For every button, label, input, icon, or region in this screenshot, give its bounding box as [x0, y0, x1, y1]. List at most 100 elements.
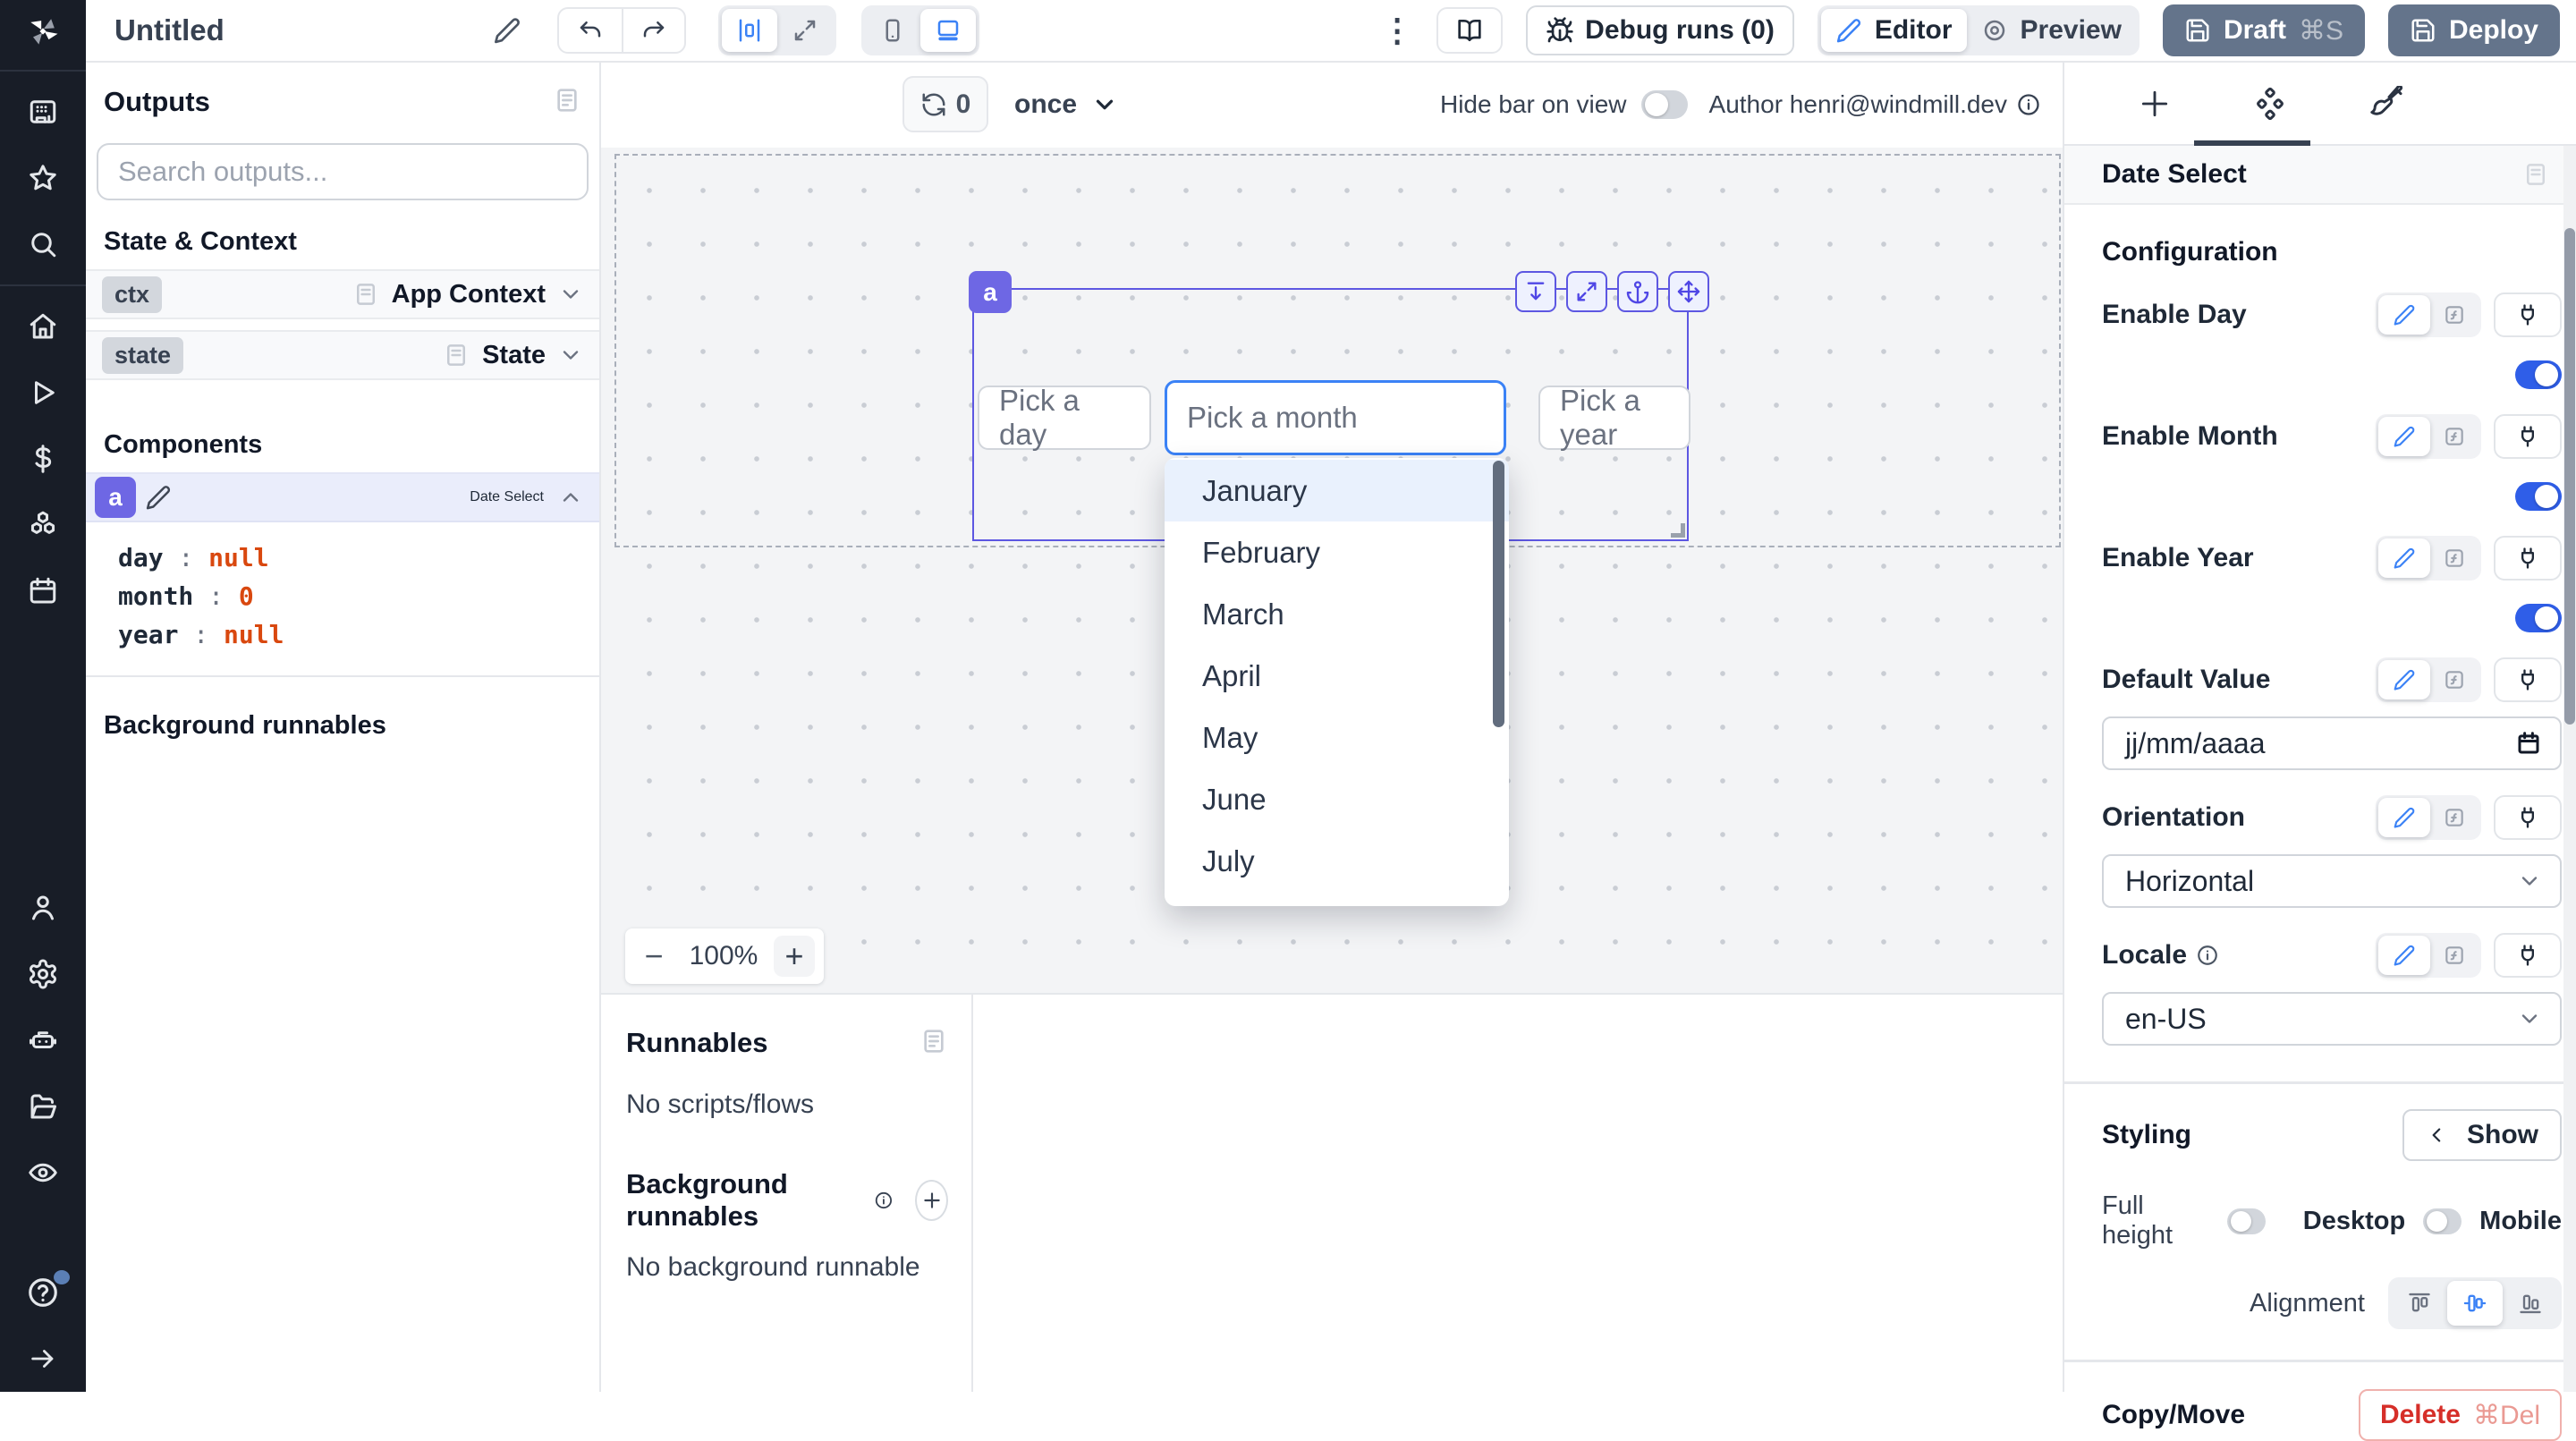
align-center-button[interactable]	[2447, 1281, 2503, 1326]
debug-runs-button[interactable]: Debug runs (0)	[1526, 5, 1794, 55]
component-settings-tab[interactable]	[2252, 86, 2288, 122]
draft-button[interactable]: Draft ⌘S	[2163, 4, 2365, 56]
settings-scrollbar-thumb[interactable]	[2564, 228, 2575, 725]
locale-select[interactable]: en-US	[2102, 992, 2562, 1046]
month-select-field[interactable]: Pick a month	[1165, 380, 1506, 455]
fx-editor-icon[interactable]	[2430, 798, 2479, 837]
orientation-select[interactable]: Horizontal	[2102, 854, 2562, 908]
zoom-in-button[interactable]: +	[774, 936, 815, 977]
month-option[interactable]: January	[1165, 460, 1509, 521]
connect-plug-icon[interactable]	[2494, 795, 2562, 840]
desktop-view-button[interactable]	[920, 9, 976, 52]
static-editor-pencil-icon[interactable]	[2378, 798, 2430, 837]
editor-tab[interactable]: Editor	[1821, 9, 1967, 52]
mobile-view-button[interactable]	[865, 9, 920, 52]
expand-button[interactable]	[1566, 271, 1607, 312]
runs-play-icon[interactable]	[0, 360, 86, 426]
connect-plug-icon[interactable]	[2494, 933, 2562, 978]
fx-editor-icon[interactable]	[2430, 660, 2479, 699]
desktop-toggle[interactable]	[2423, 1208, 2462, 1234]
outputs-doc-icon[interactable]	[553, 86, 581, 114]
settings-doc-icon[interactable]	[2522, 161, 2549, 188]
home-icon[interactable]	[0, 293, 86, 360]
preview-tab[interactable]: Preview	[1967, 9, 2136, 52]
month-option[interactable]: May	[1165, 707, 1509, 768]
rename-pencil-icon[interactable]	[493, 16, 521, 45]
zoom-out-button[interactable]: −	[634, 937, 674, 976]
day-select-field[interactable]: Pick a day	[978, 386, 1151, 450]
fx-editor-icon[interactable]	[2430, 417, 2479, 456]
workers-robot-icon[interactable]	[0, 1007, 86, 1073]
state-row[interactable]: state State	[86, 330, 599, 380]
variables-dollar-icon[interactable]	[0, 426, 86, 492]
search-icon[interactable]	[0, 211, 86, 277]
help-icon[interactable]	[0, 1259, 86, 1326]
fx-editor-icon[interactable]	[2430, 936, 2479, 975]
theme-brush-tab[interactable]	[2368, 86, 2404, 122]
hide-bar-toggle[interactable]	[1641, 90, 1688, 119]
static-editor-pencil-icon[interactable]	[2378, 936, 2430, 975]
month-option[interactable]: April	[1165, 645, 1509, 707]
default-value-date-input[interactable]: jj/mm/aaaa	[2102, 716, 2562, 770]
month-option[interactable]: March	[1165, 583, 1509, 645]
align-top-button[interactable]	[2392, 1281, 2447, 1326]
year-select-field[interactable]: Pick a year	[1538, 386, 1690, 450]
component-row-date-select[interactable]: a Date Select	[86, 472, 599, 522]
static-editor-pencil-icon[interactable]	[2378, 538, 2430, 578]
align-bottom-button[interactable]	[2503, 1281, 2558, 1326]
settings-gear-icon[interactable]	[0, 941, 86, 1007]
bottom-panel: Runnables No scripts/flows Background ru…	[601, 993, 2063, 1392]
eye-icon[interactable]	[0, 1140, 86, 1206]
fx-editor-icon[interactable]	[2430, 538, 2479, 578]
fx-editor-icon[interactable]	[2430, 295, 2479, 335]
enable-day-toggle[interactable]	[2515, 360, 2562, 389]
refresh-count-box[interactable]: 0	[902, 76, 988, 132]
star-icon[interactable]	[0, 145, 86, 211]
canvas-component-badge[interactable]: a	[969, 271, 1012, 313]
insert-component-tab[interactable]	[2138, 87, 2172, 121]
docs-book-button[interactable]	[1436, 7, 1503, 54]
static-editor-pencil-icon[interactable]	[2378, 660, 2430, 699]
month-option[interactable]: August	[1165, 892, 1509, 906]
kebab-menu-icon[interactable]: ⋮	[1381, 12, 1413, 49]
deploy-button[interactable]: Deploy	[2388, 4, 2560, 56]
connect-plug-icon[interactable]	[2494, 414, 2562, 459]
month-option[interactable]: February	[1165, 521, 1509, 583]
design-canvas[interactable]: a Pick a day Pick a month Pick a year	[601, 148, 2063, 993]
undo-button[interactable]	[559, 9, 622, 52]
resize-handle[interactable]	[1671, 523, 1685, 538]
anchor-button[interactable]	[1617, 271, 1658, 312]
move-button[interactable]	[1668, 271, 1709, 312]
month-option[interactable]: June	[1165, 768, 1509, 830]
dropdown-scrollbar[interactable]	[1493, 461, 1504, 727]
static-editor-pencil-icon[interactable]	[2378, 295, 2430, 335]
redo-button[interactable]	[622, 9, 684, 52]
full-height-toggle[interactable]	[2227, 1208, 2266, 1234]
outputs-search-input[interactable]	[118, 156, 567, 188]
centered-layout-button[interactable]	[722, 9, 777, 52]
connect-plug-icon[interactable]	[2494, 292, 2562, 337]
run-mode-select[interactable]: once	[1014, 76, 1118, 132]
month-option[interactable]: July	[1165, 830, 1509, 892]
fill-height-button[interactable]	[1515, 271, 1556, 312]
apps-icon[interactable]	[0, 79, 86, 145]
ctx-row[interactable]: ctx App Context	[86, 269, 599, 319]
styling-show-button[interactable]: Show	[2402, 1109, 2562, 1161]
full-width-layout-button[interactable]	[777, 9, 833, 52]
expand-rail-arrow-icon[interactable]	[0, 1326, 86, 1392]
runnables-doc-icon[interactable]	[919, 1027, 948, 1055]
windmill-logo[interactable]	[0, 0, 86, 63]
static-editor-pencil-icon[interactable]	[2378, 417, 2430, 456]
connect-plug-icon[interactable]	[2494, 657, 2562, 702]
enable-year-toggle[interactable]	[2515, 604, 2562, 632]
outputs-search[interactable]	[97, 143, 589, 200]
component-rename-pencil-icon[interactable]	[145, 484, 172, 511]
resources-cubes-icon[interactable]	[0, 492, 86, 558]
schedules-calendar-icon[interactable]	[0, 558, 86, 624]
enable-month-toggle[interactable]	[2515, 482, 2562, 511]
user-icon[interactable]	[0, 875, 86, 941]
connect-plug-icon[interactable]	[2494, 536, 2562, 581]
delete-component-button[interactable]: Delete ⌘Del	[2359, 1389, 2562, 1441]
add-background-runnable-button[interactable]	[915, 1180, 948, 1221]
folder-icon[interactable]	[0, 1073, 86, 1140]
